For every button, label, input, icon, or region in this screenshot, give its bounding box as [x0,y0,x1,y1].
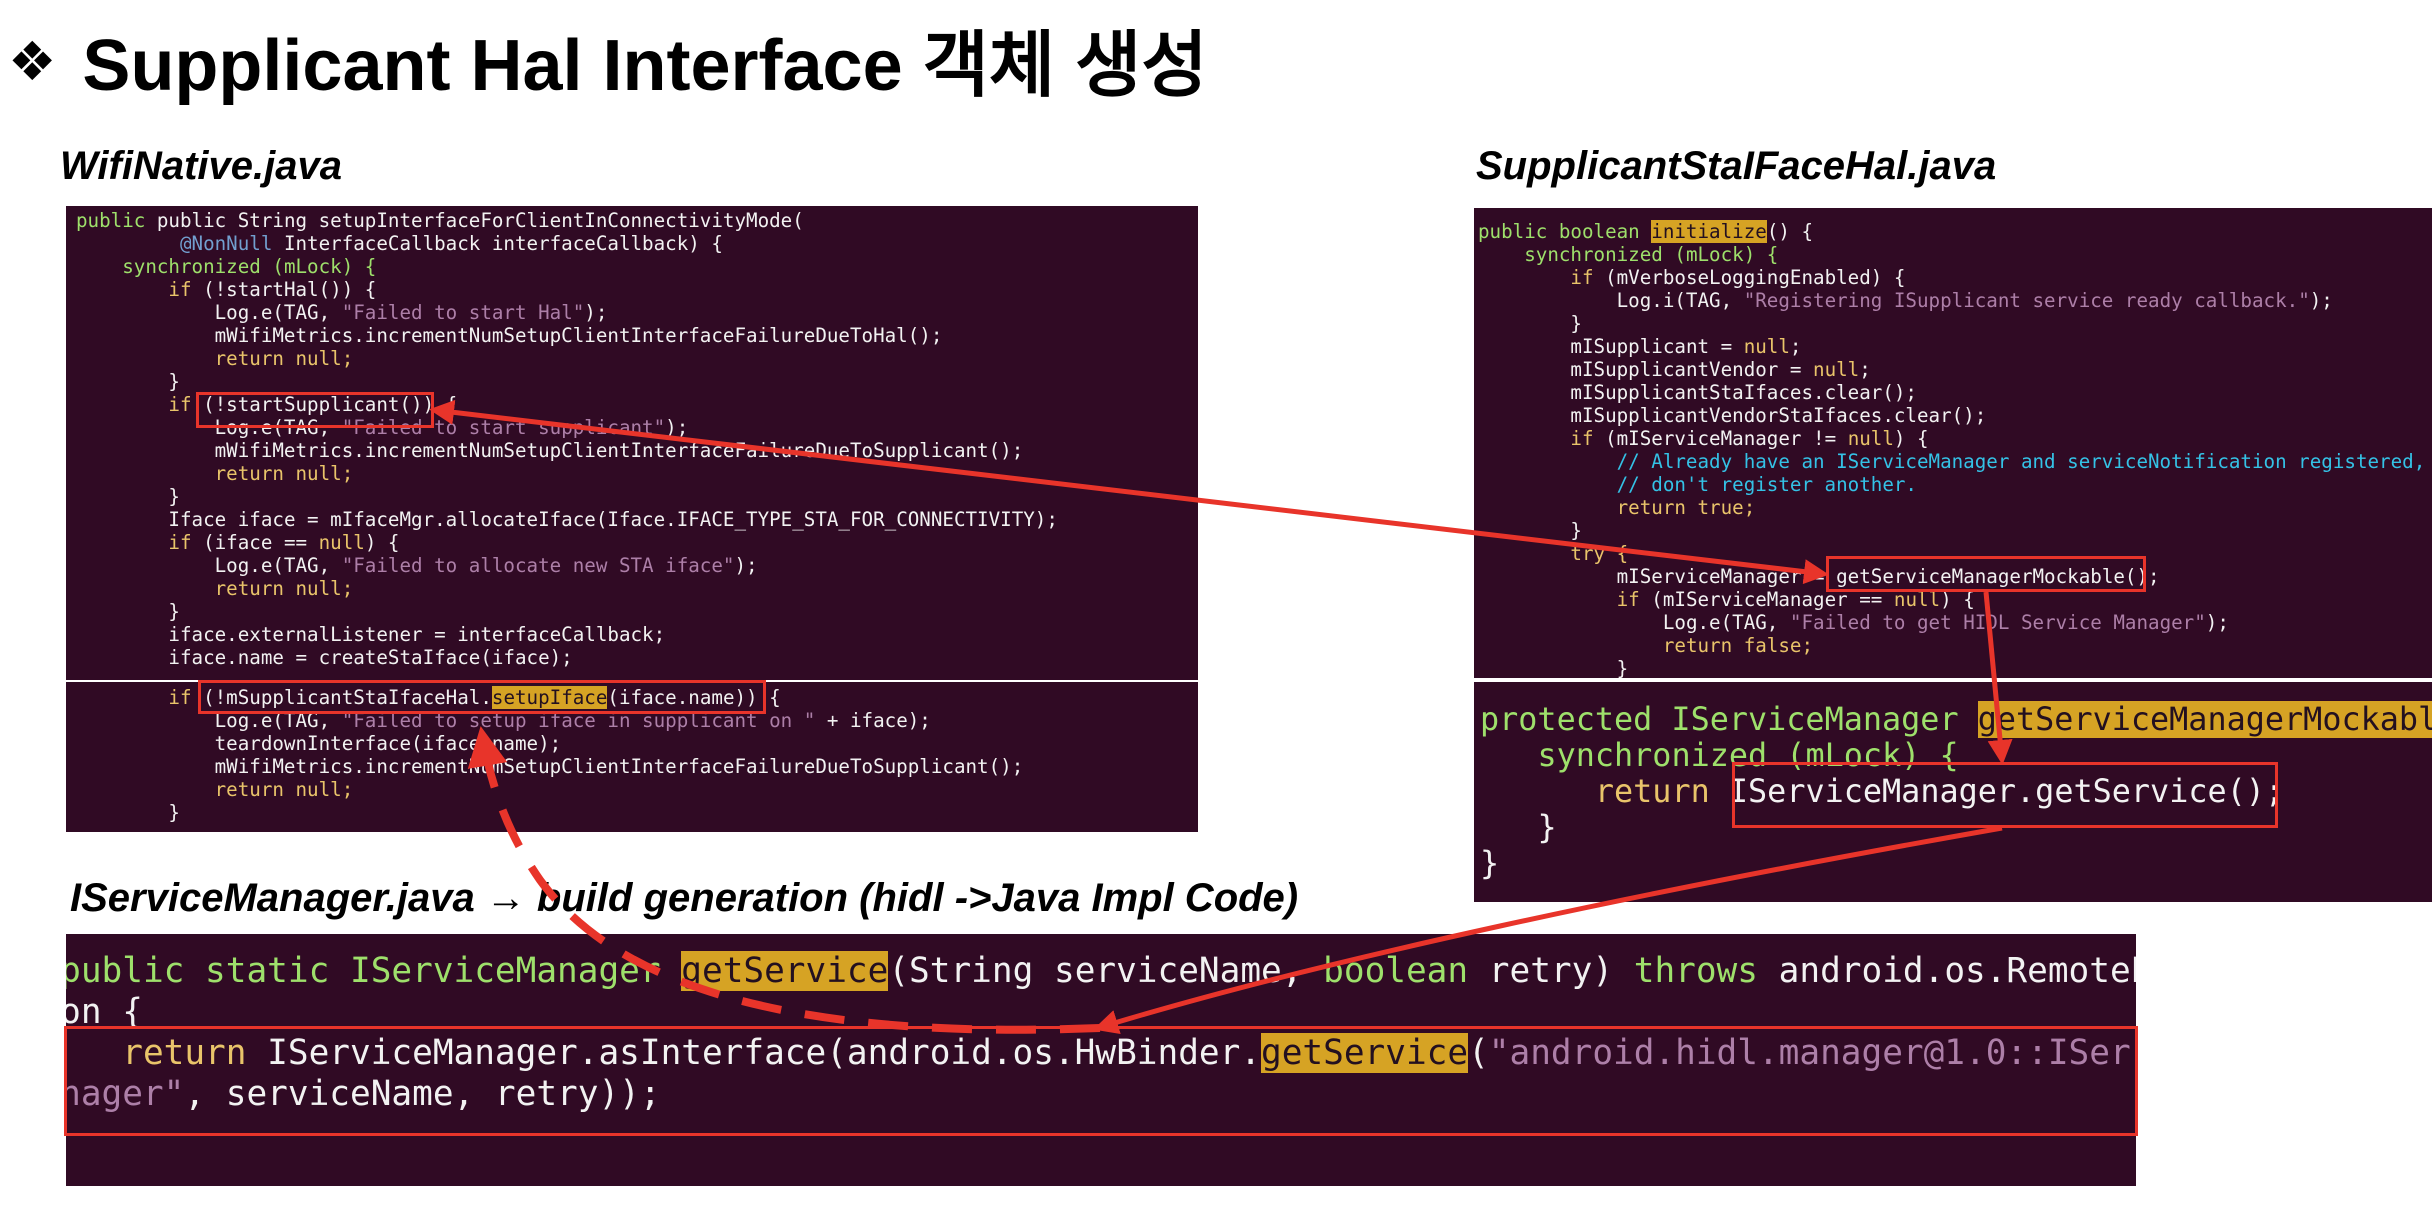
arrow-getservice-to-hwbinder [1093,825,2003,1035]
call-flow-arrows [429,399,2013,1035]
arrow-startsupplicant-to-mockable [429,399,1829,585]
dashed-arrow-hwbinder-to-setupiface [467,726,1101,1034]
arrow-mockable-to-getservice [1983,591,2013,765]
